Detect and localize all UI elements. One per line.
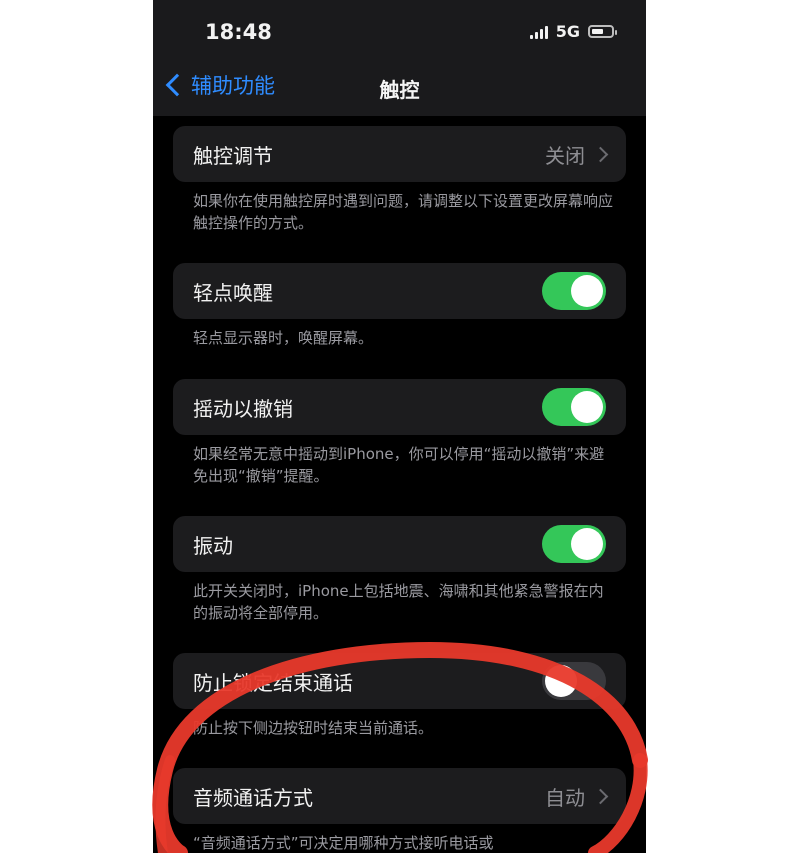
toggle-knob (571, 528, 603, 560)
setting-row-vibration: 振动 (173, 516, 626, 572)
toggle-knob (571, 275, 603, 307)
battery-level (592, 29, 603, 34)
setting-row-tap-to-wake: 轻点唤醒 (173, 263, 626, 319)
setting-label: 触控调节 (193, 143, 273, 168)
setting-row-shake-to-undo: 摇动以撤销 (173, 379, 626, 435)
shake-to-undo-toggle[interactable] (542, 388, 606, 426)
setting-value-group: 自动 (545, 782, 609, 811)
settings-list: 触控调节 关闭 如果你在使用触控屏时遇到问题，请调整以下设置更改屏幕响应触控操作… (153, 116, 646, 853)
status-time: 18:48 (205, 20, 272, 44)
battery-icon (588, 25, 617, 38)
prevent-lock-end-call-toggle[interactable] (542, 662, 606, 700)
setting-description: “音频通话方式”可决定用哪种方式接听电话或 (193, 834, 494, 852)
chevron-right-icon (592, 788, 609, 804)
toggle-knob (571, 391, 603, 423)
setting-value: 自动 (545, 785, 585, 810)
setting-row-call-audio-routing[interactable]: 音频通话方式 自动 (173, 768, 626, 824)
setting-label: 摇动以撤销 (193, 396, 293, 421)
toggle-knob (545, 665, 577, 697)
tap-to-wake-toggle[interactable] (542, 272, 606, 310)
setting-description: 如果你在使用触控屏时遇到问题，请调整以下设置更改屏幕响应触控操作的方式。 (193, 192, 614, 232)
setting-value: 关闭 (545, 143, 585, 168)
setting-label: 轻点唤醒 (193, 280, 273, 305)
setting-label: 防止锁定结束通话 (193, 670, 353, 695)
vibration-toggle[interactable] (542, 525, 606, 563)
status-bar: 18:48 5G (153, 0, 646, 60)
signal-icon (529, 25, 548, 39)
network-type: 5G (555, 22, 580, 41)
setting-description: 轻点显示器时，唤醒屏幕。 (193, 329, 374, 347)
setting-description: 此开关关闭时，iPhone上包括地震、海啸和其他紧急警报在内的振动将全部停用。 (193, 582, 604, 622)
phone-screen: 18:48 5G 辅助功能 触控 触控调节 关闭 如果你在使用触控屏时遇到问题，… (153, 0, 646, 853)
setting-description: 防止按下侧边按钮时结束当前通话。 (193, 719, 434, 737)
setting-row-touch-accommodations[interactable]: 触控调节 关闭 (173, 126, 626, 182)
setting-description: 如果经常无意中摇动到iPhone，你可以停用“摇动以撤销”来避免出现“撤销”提醒… (193, 445, 605, 485)
navigation-bar: 辅助功能 触控 (153, 60, 646, 116)
setting-value-group: 关闭 (545, 140, 609, 169)
status-indicators: 5G (529, 22, 617, 41)
chevron-right-icon (592, 146, 609, 162)
page-title: 触控 (379, 78, 420, 102)
setting-label: 音频通话方式 (193, 785, 313, 810)
setting-row-prevent-lock-end-call: 防止锁定结束通话 (173, 653, 626, 709)
setting-label: 振动 (193, 533, 233, 558)
